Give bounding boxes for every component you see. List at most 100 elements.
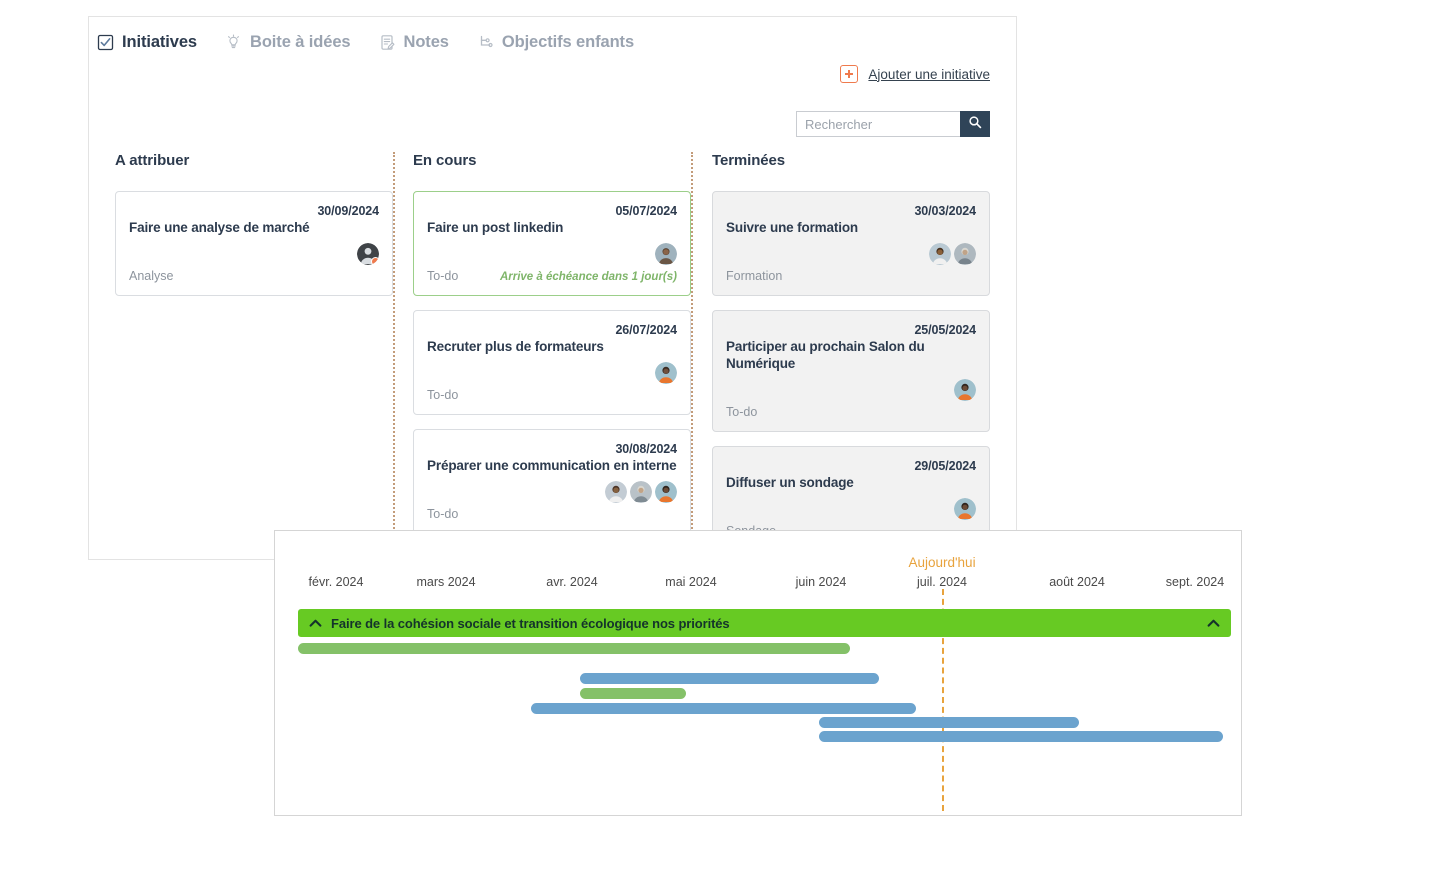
card-title: Faire un post linkedin <box>427 220 564 235</box>
note-icon <box>379 34 396 51</box>
column-en-cours: En cours 05/07/2024 Faire un post linked… <box>413 152 691 548</box>
card-date: 05/07/2024 <box>615 204 677 218</box>
card-date: 30/03/2024 <box>914 204 976 218</box>
avatar[interactable] <box>954 497 976 520</box>
card-avatars <box>427 361 677 384</box>
avatar[interactable] <box>655 361 677 384</box>
add-initiative-link[interactable]: Ajouter une initiative <box>868 67 990 82</box>
checkbox-icon <box>97 34 114 51</box>
avatar[interactable] <box>954 242 976 265</box>
card-avatars <box>726 497 976 520</box>
axis-tick: mars 2024 <box>416 575 476 589</box>
card-footer: To-do Arrive à échéance dans 1 jour(s) <box>427 269 677 283</box>
initiative-card[interactable]: 30/08/2024 Préparer une communication en… <box>413 428 691 534</box>
screen-root: Initiatives Boite à idées Notes Objectif… <box>0 0 1444 878</box>
avatar[interactable] <box>630 480 652 503</box>
column-title: A attribuer <box>115 152 190 169</box>
card-tag: To-do <box>427 387 459 402</box>
hierarchy-icon <box>477 34 494 51</box>
avatar[interactable] <box>605 480 627 503</box>
card-title: Suivre une formation <box>726 220 859 235</box>
axis-tick: sept. 2024 <box>1165 575 1225 589</box>
avatar[interactable] <box>357 242 379 265</box>
avatar[interactable] <box>929 242 951 265</box>
card-avatars <box>726 242 976 265</box>
initiative-card[interactable]: 25/05/2024 Participer au prochain Salon … <box>712 309 990 432</box>
tab-initiatives-label: Initiatives <box>122 33 198 51</box>
card-avatars <box>427 480 677 503</box>
lightbulb-icon <box>225 34 242 51</box>
gantt-bar[interactable] <box>819 731 1223 742</box>
card-tag: Formation <box>726 268 783 283</box>
gantt-time-axis: févr. 2024 mars 2024 avr. 2024 mai 2024 … <box>275 531 1243 601</box>
initiative-card[interactable]: 30/03/2024 Suivre une formation Formatio… <box>712 191 990 296</box>
card-avatars <box>427 242 677 265</box>
search-button[interactable] <box>960 111 990 137</box>
card-date: 29/05/2024 <box>914 458 976 473</box>
search-icon <box>968 115 982 134</box>
column-title: Terminées <box>712 152 786 169</box>
avatar-status-badge <box>371 256 379 265</box>
axis-tick: juin 2024 <box>795 575 847 589</box>
column-title: En cours <box>413 152 477 169</box>
tab-notes[interactable]: Notes <box>379 33 449 52</box>
tab-boite-a-idees-label: Boite à idées <box>250 33 351 51</box>
card-tag: Analyse <box>129 268 174 283</box>
chevron-up-icon[interactable] <box>1206 616 1221 631</box>
tab-objectifs-enfants[interactable]: Objectifs enfants <box>477 33 634 52</box>
card-footer: To-do <box>427 507 677 521</box>
tab-notes-label: Notes <box>403 33 449 51</box>
gantt-bar[interactable] <box>298 643 850 654</box>
axis-tick: mai 2024 <box>665 575 717 589</box>
gantt-objective-label: Faire de la cohésion sociale et transiti… <box>331 615 730 631</box>
card-date: 30/08/2024 <box>615 441 677 456</box>
card-date: 26/07/2024 <box>615 322 677 337</box>
gantt-bar[interactable] <box>819 717 1079 728</box>
today-label: Aujourd'hui <box>908 555 976 570</box>
card-footer: Formation <box>726 269 976 283</box>
chevron-up-icon[interactable] <box>308 616 323 631</box>
tab-boite-a-idees[interactable]: Boite à idées <box>225 33 351 52</box>
avatar[interactable] <box>954 378 976 401</box>
add-initiative-row: Ajouter une initiative <box>840 65 990 83</box>
card-title: Préparer une communication en interne <box>427 457 677 473</box>
avatar[interactable] <box>655 242 677 265</box>
axis-tick: août 2024 <box>1049 575 1105 589</box>
card-avatars <box>129 242 379 265</box>
avatar[interactable] <box>655 480 677 503</box>
card-avatars <box>726 378 976 401</box>
card-title: Recruter plus de formateurs <box>427 338 604 354</box>
column-divider <box>393 152 395 552</box>
axis-tick: févr. 2024 <box>308 575 364 589</box>
initiative-card[interactable]: 30/09/2024 Faire une analyse de marché A… <box>115 191 393 296</box>
card-tag: To-do <box>427 506 459 521</box>
tab-objectifs-enfants-label: Objectifs enfants <box>501 33 635 51</box>
card-footer: Analyse <box>129 269 379 283</box>
gantt-bar[interactable] <box>531 703 916 714</box>
card-title: Diffuser un sondage <box>726 474 854 490</box>
initiative-card[interactable]: 05/07/2024 Faire un post linkedin To-do … <box>413 191 691 296</box>
gantt-panel: févr. 2024 mars 2024 avr. 2024 mai 2024 … <box>274 530 1242 816</box>
axis-tick: juil. 2024 <box>916 575 968 589</box>
card-title: Faire une analyse de marché <box>129 220 310 235</box>
card-date: 30/09/2024 <box>317 204 379 218</box>
gantt-objective-banner[interactable]: Faire de la cohésion sociale et transiti… <box>298 609 1231 637</box>
axis-tick: avr. 2024 <box>546 575 598 589</box>
search-input[interactable] <box>796 111 960 137</box>
plus-icon[interactable] <box>840 65 859 83</box>
card-tag: To-do <box>427 268 459 283</box>
tab-initiatives[interactable]: Initiatives <box>97 33 197 52</box>
card-title: Participer au prochain Salon du Numériqu… <box>726 338 925 371</box>
column-divider <box>691 152 693 552</box>
initiative-card[interactable]: 26/07/2024 Recruter plus de formateurs T… <box>413 309 691 415</box>
search-row <box>796 111 990 137</box>
column-a-attribuer: A attribuer 30/09/2024 Faire une analyse… <box>115 152 393 310</box>
tab-bar: Initiatives Boite à idées Notes Objectif… <box>97 33 634 52</box>
card-footer: To-do <box>726 405 976 419</box>
kanban-board: A attribuer 30/09/2024 Faire une analyse… <box>89 152 1018 561</box>
initiatives-panel: Initiatives Boite à idées Notes Objectif… <box>88 16 1017 560</box>
card-date: 25/05/2024 <box>914 322 976 337</box>
gantt-bar[interactable] <box>580 688 686 699</box>
gantt-bar[interactable] <box>580 673 879 684</box>
card-tag: To-do <box>726 404 758 419</box>
